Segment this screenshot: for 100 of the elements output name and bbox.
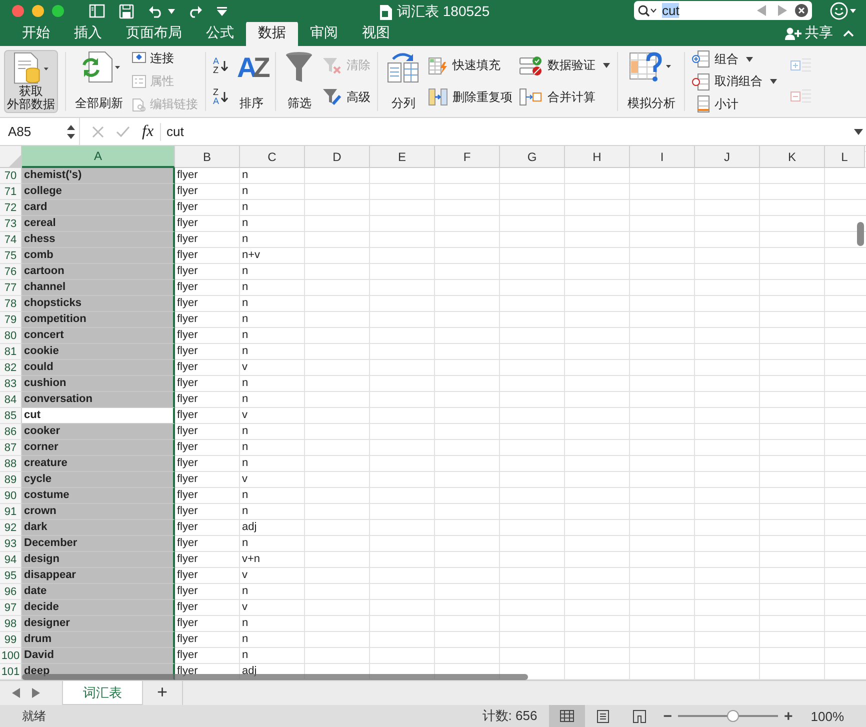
row-header[interactable]: 99 bbox=[0, 632, 22, 648]
ribbon-tab[interactable]: 插入 bbox=[62, 21, 114, 46]
ribbon-tab[interactable]: 开始 bbox=[10, 21, 62, 46]
table-cell: n bbox=[240, 168, 305, 184]
row-header[interactable]: 84 bbox=[0, 392, 22, 408]
row-header[interactable]: 87 bbox=[0, 440, 22, 456]
row-header[interactable]: 91 bbox=[0, 504, 22, 520]
get-external-data-button[interactable]: 获取 外部数据 bbox=[4, 50, 58, 113]
row-header[interactable]: 97 bbox=[0, 600, 22, 616]
sort-button[interactable]: Z A bbox=[213, 88, 228, 106]
formula-input[interactable]: cut bbox=[166, 124, 184, 139]
sort-dialog-button[interactable]: AZ 排序 bbox=[235, 50, 268, 113]
table-cell: concert bbox=[22, 328, 175, 344]
sheet-tab[interactable]: 词汇表 bbox=[62, 681, 143, 705]
row-header[interactable]: 77 bbox=[0, 280, 22, 296]
filter-option-button[interactable]: 高级 bbox=[322, 88, 370, 106]
sort-button[interactable]: A Z bbox=[213, 56, 228, 75]
previous-sheet-icon[interactable] bbox=[12, 688, 20, 698]
row-header[interactable]: 83 bbox=[0, 376, 22, 392]
name-box[interactable]: A85 bbox=[0, 118, 80, 145]
table-cell: n bbox=[240, 280, 305, 296]
zoom-button[interactable] bbox=[52, 5, 64, 17]
row-header[interactable]: 100 bbox=[0, 648, 22, 664]
what-if-analysis-button[interactable]: 模拟分析 bbox=[625, 50, 678, 113]
person-add-icon bbox=[785, 26, 802, 40]
row-header[interactable]: 92 bbox=[0, 520, 22, 536]
outline-button[interactable]: 小计 bbox=[692, 95, 778, 113]
data-tool-button[interactable]: 合并计算 bbox=[519, 87, 610, 108]
row-header[interactable]: 85 bbox=[0, 408, 22, 424]
row-header[interactable]: 86 bbox=[0, 424, 22, 440]
text-to-columns-button[interactable]: 分列 bbox=[385, 50, 422, 113]
row-header[interactable]: 89 bbox=[0, 472, 22, 488]
row-header[interactable]: 70 bbox=[0, 168, 22, 184]
next-sheet-icon[interactable] bbox=[32, 688, 40, 698]
row-header[interactable]: 82 bbox=[0, 360, 22, 376]
column-header[interactable]: C bbox=[240, 146, 305, 168]
row-header[interactable]: 101 bbox=[0, 664, 22, 680]
row-header[interactable]: 95 bbox=[0, 568, 22, 584]
row-header[interactable]: 75 bbox=[0, 248, 22, 264]
outline-button[interactable]: 取消组合 bbox=[692, 72, 778, 90]
row-header[interactable]: 79 bbox=[0, 312, 22, 328]
column-header[interactable]: E bbox=[370, 146, 435, 168]
row-header[interactable]: 76 bbox=[0, 264, 22, 280]
undo-icon[interactable] bbox=[148, 4, 164, 18]
column-header[interactable]: G bbox=[500, 146, 565, 168]
search-field[interactable]: cut bbox=[634, 1, 812, 20]
expand-icon[interactable] bbox=[854, 128, 863, 134]
row-header[interactable]: 81 bbox=[0, 344, 22, 360]
column-header[interactable]: J bbox=[695, 146, 760, 168]
ribbon-tab[interactable]: 视图 bbox=[350, 21, 402, 46]
zoom-out-button[interactable]: − bbox=[663, 708, 672, 724]
stepper-icon[interactable] bbox=[67, 124, 75, 138]
column-header[interactable]: K bbox=[760, 146, 825, 168]
insert-function-button[interactable]: fx bbox=[142, 122, 161, 140]
minimize-button[interactable] bbox=[32, 5, 44, 17]
connection-button[interactable]: 连接 bbox=[132, 50, 198, 67]
column-header[interactable]: D bbox=[305, 146, 370, 168]
row-header[interactable]: 94 bbox=[0, 552, 22, 568]
column-header[interactable]: A bbox=[22, 146, 175, 168]
filter-button[interactable]: 筛选 bbox=[283, 50, 316, 113]
column-header[interactable]: H bbox=[565, 146, 630, 168]
caret-icon[interactable] bbox=[168, 8, 175, 14]
table-cell: n bbox=[240, 456, 305, 472]
vertical-scrollbar[interactable] bbox=[857, 222, 864, 246]
sidebar-icon[interactable] bbox=[89, 4, 105, 18]
clear-icon[interactable] bbox=[795, 4, 808, 17]
row-header[interactable]: 90 bbox=[0, 488, 22, 504]
row-header[interactable]: 96 bbox=[0, 584, 22, 600]
column-header[interactable]: B bbox=[175, 146, 240, 168]
collapse-icon[interactable] bbox=[843, 30, 854, 37]
smiley-icon[interactable] bbox=[830, 2, 856, 20]
row-header[interactable]: 72 bbox=[0, 200, 22, 216]
ribbon-tab[interactable]: 数据 bbox=[246, 21, 298, 46]
row-header[interactable]: 73 bbox=[0, 216, 22, 232]
save-icon[interactable] bbox=[119, 4, 134, 18]
row-header[interactable]: 78 bbox=[0, 296, 22, 312]
ribbon-tab[interactable]: 页面布局 bbox=[114, 21, 194, 46]
row-header[interactable]: 80 bbox=[0, 328, 22, 344]
row-header[interactable]: 88 bbox=[0, 456, 22, 472]
outline-button[interactable]: 组合 bbox=[692, 50, 778, 68]
column-header[interactable]: F bbox=[435, 146, 500, 168]
refresh-all-button[interactable]: 全部刷新 bbox=[73, 50, 125, 113]
row-header[interactable]: 71 bbox=[0, 184, 22, 200]
column-header[interactable]: L bbox=[825, 146, 865, 168]
share-button[interactable]: 共享 bbox=[785, 24, 833, 46]
data-tool-button[interactable]: 数据验证 bbox=[519, 56, 610, 76]
row-header[interactable]: 98 bbox=[0, 616, 22, 632]
customize-icon[interactable] bbox=[217, 6, 227, 16]
row-header[interactable]: 74 bbox=[0, 232, 22, 248]
view-button[interactable] bbox=[549, 705, 586, 727]
data-tool-button[interactable]: 快速填充 bbox=[428, 56, 512, 75]
zoom-slider[interactable] bbox=[678, 710, 778, 722]
data-tool-button[interactable]: 删除重复项 bbox=[428, 88, 512, 106]
column-header[interactable]: I bbox=[630, 146, 695, 168]
zoom-in-button[interactable]: + bbox=[784, 708, 793, 724]
row-header[interactable]: 93 bbox=[0, 536, 22, 552]
ribbon-tab[interactable]: 审阅 bbox=[298, 21, 350, 46]
search-icon[interactable] bbox=[638, 4, 658, 16]
redo-icon[interactable] bbox=[187, 4, 203, 18]
ribbon-tab[interactable]: 公式 bbox=[194, 21, 246, 46]
